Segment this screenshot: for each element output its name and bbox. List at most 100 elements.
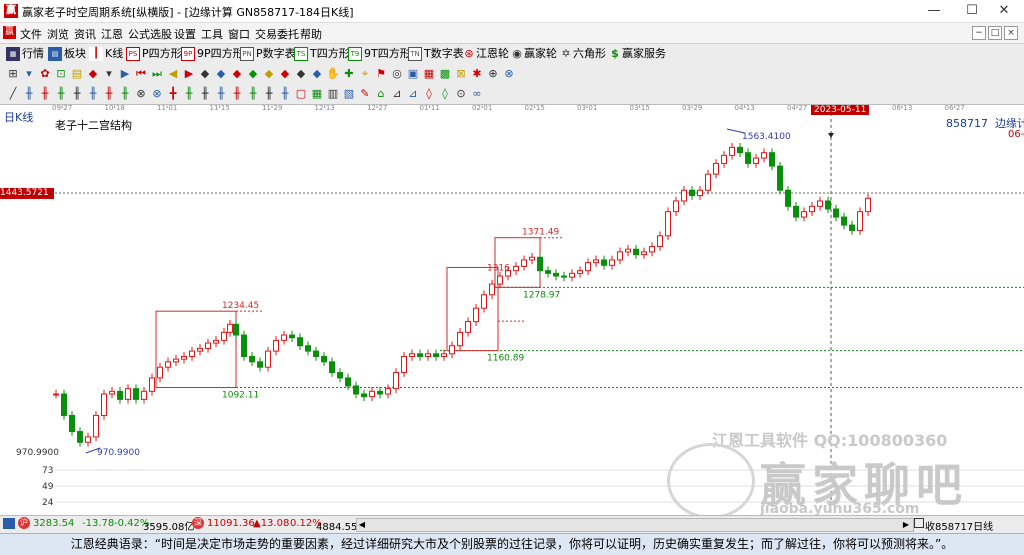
tool-icon[interactable]: ∞ [470, 87, 484, 101]
tool-icon[interactable]: ◆ [294, 67, 308, 81]
tool-icon[interactable]: ╫ [102, 87, 116, 101]
tb-gann-wheel-button[interactable]: ⊛ 江恩轮 [462, 46, 509, 62]
tool-icon[interactable]: ✋ [326, 67, 340, 81]
tool-icon[interactable]: ╫ [230, 87, 244, 101]
tool-icon[interactable]: ⊗ [150, 87, 164, 101]
candle-body [213, 339, 219, 344]
tool-icon[interactable]: ▤ [70, 67, 84, 81]
menu-browse[interactable]: 浏览 [47, 26, 69, 42]
tool-icon[interactable]: ✎ [358, 87, 372, 101]
tool-icon[interactable]: ⊡ [54, 67, 68, 81]
tool-icon[interactable]: ⊞ [6, 67, 20, 81]
close-bar-icon[interactable] [914, 518, 924, 528]
tool-icon[interactable]: ⊗ [134, 87, 148, 101]
tool-icon[interactable]: ◀ [166, 67, 180, 81]
tool-icon[interactable]: ✱ [470, 67, 484, 81]
candle-body [425, 353, 431, 357]
menu-trade[interactable]: 交易委托 [255, 26, 299, 42]
tool-icon[interactable]: ╫ [246, 87, 260, 101]
tool-icon[interactable]: ╫ [86, 87, 100, 101]
tool-icon[interactable]: ▦ [310, 87, 324, 101]
kline-chart[interactable]: 09-27 10-18 11-01 11-15 11-29 12-13 12-27 01-11… [0, 104, 1024, 519]
tool-icon[interactable]: ⊙ [454, 87, 468, 101]
tb-9p-square-button[interactable]: 9P 9P四方形 [181, 46, 244, 62]
mdi-restore-button[interactable]: □ [988, 26, 1002, 40]
tool-icon[interactable]: ⊕ [486, 67, 500, 81]
tb-pn-table-button[interactable]: PN P数字表 [240, 46, 296, 62]
tool-icon[interactable]: ◆ [230, 67, 244, 81]
tool-icon[interactable]: ╫ [38, 87, 52, 101]
candle-body [753, 157, 759, 164]
tool-icon[interactable]: ✿ [38, 67, 52, 81]
tool-icon[interactable]: ╫ [182, 87, 196, 101]
tool-icon[interactable]: ⌖ [358, 67, 372, 81]
tool-icon[interactable]: ╋ [166, 87, 180, 101]
tool-icon[interactable]: ▶ [118, 67, 132, 81]
tb-service-button[interactable]: $ 赢家服务 [608, 46, 666, 62]
candle-body [281, 334, 287, 341]
tool-icon[interactable]: ╫ [54, 87, 68, 101]
tool-icon[interactable]: ▧ [342, 87, 356, 101]
tool-icon[interactable]: ╫ [214, 87, 228, 101]
menu-tools[interactable]: 工具 [201, 26, 223, 42]
tool-icon[interactable]: ⏭ [150, 67, 164, 81]
tool-icon[interactable]: ◆ [246, 67, 260, 81]
scroll-left-icon[interactable]: ◀ [357, 519, 367, 531]
tool-icon[interactable]: ▩ [438, 67, 452, 81]
menu-gann[interactable]: 江恩 [101, 26, 123, 42]
tb-board-button[interactable]: ▤ 板块 [48, 46, 86, 62]
tool-icon[interactable]: ╫ [118, 87, 132, 101]
tool-icon[interactable]: ⚑ [374, 67, 388, 81]
tool-icon[interactable]: ▢ [294, 87, 308, 101]
tool-icon[interactable]: ◊ [438, 87, 452, 101]
tb-p-square-button[interactable]: PS P四方形 [126, 46, 182, 62]
tool-icon[interactable]: ◎ [390, 67, 404, 81]
tb-winner-wheel-button[interactable]: ◉ 赢家轮 [510, 46, 557, 62]
mdi-minimize-button[interactable]: − [972, 26, 986, 40]
cursor-arrow-icon [828, 133, 834, 138]
tool-icon[interactable]: ▾ [22, 67, 36, 81]
menu-settings[interactable]: 设置 [174, 26, 196, 42]
mdi-close-button[interactable]: × [1004, 26, 1018, 40]
menu-info[interactable]: 资讯 [74, 26, 96, 42]
tool-icon[interactable]: ◊ [422, 87, 436, 101]
tb-9t-square-button[interactable]: T9 9T四方形 [348, 46, 411, 62]
tool-icon[interactable]: ◆ [198, 67, 212, 81]
tool-icon[interactable]: ⊠ [454, 67, 468, 81]
tool-icon[interactable]: ✚ [342, 67, 356, 81]
menu-formula-select[interactable]: 公式选股 [128, 26, 172, 42]
tool-icon[interactable]: ╱ [6, 87, 20, 101]
tool-icon[interactable]: ◆ [214, 67, 228, 81]
tb-tn-table-button[interactable]: TN T数字表 [408, 46, 464, 62]
horizontal-scrollbar[interactable]: ◀ ▶ [356, 518, 914, 532]
tool-icon[interactable]: ▥ [326, 87, 340, 101]
tool-icon[interactable]: ▾ [102, 67, 116, 81]
close-button[interactable]: ✕ [982, 0, 1024, 22]
tool-icon[interactable]: ◆ [262, 67, 276, 81]
tool-icon[interactable]: ◆ [86, 67, 100, 81]
tool-icon[interactable]: ▣ [406, 67, 420, 81]
candle-body [353, 385, 359, 395]
scroll-right-icon[interactable]: ▶ [901, 519, 911, 531]
tool-icon[interactable]: ⊗ [502, 67, 516, 81]
tb-kline-button[interactable]: ┃ K线 [89, 46, 123, 62]
tb-hexagon-button[interactable]: ✡ 六角形 [559, 46, 606, 62]
tb-t-square-button[interactable]: TS T四方形 [294, 46, 350, 62]
tool-icon[interactable]: ⌂ [374, 87, 388, 101]
tool-icon[interactable]: ╫ [198, 87, 212, 101]
tool-icon[interactable]: ╫ [22, 87, 36, 101]
tool-icon[interactable]: ◆ [310, 67, 324, 81]
tool-icon[interactable]: ╫ [278, 87, 292, 101]
menu-help[interactable]: 帮助 [300, 26, 322, 42]
tool-icon[interactable]: ╫ [70, 87, 84, 101]
menu-file[interactable]: 文件 [20, 26, 42, 42]
tool-icon[interactable]: ╫ [262, 87, 276, 101]
tb-quotes-button[interactable]: ▦ 行情 [6, 46, 44, 62]
tool-icon[interactable]: ▦ [422, 67, 436, 81]
tool-icon[interactable]: ⊿ [406, 87, 420, 101]
tool-icon[interactable]: ⊿ [390, 87, 404, 101]
menu-window[interactable]: 窗口 [228, 26, 250, 42]
tool-icon[interactable]: ⏮ [134, 67, 148, 81]
tool-icon[interactable]: ▶ [182, 67, 196, 81]
tool-icon[interactable]: ◆ [278, 67, 292, 81]
